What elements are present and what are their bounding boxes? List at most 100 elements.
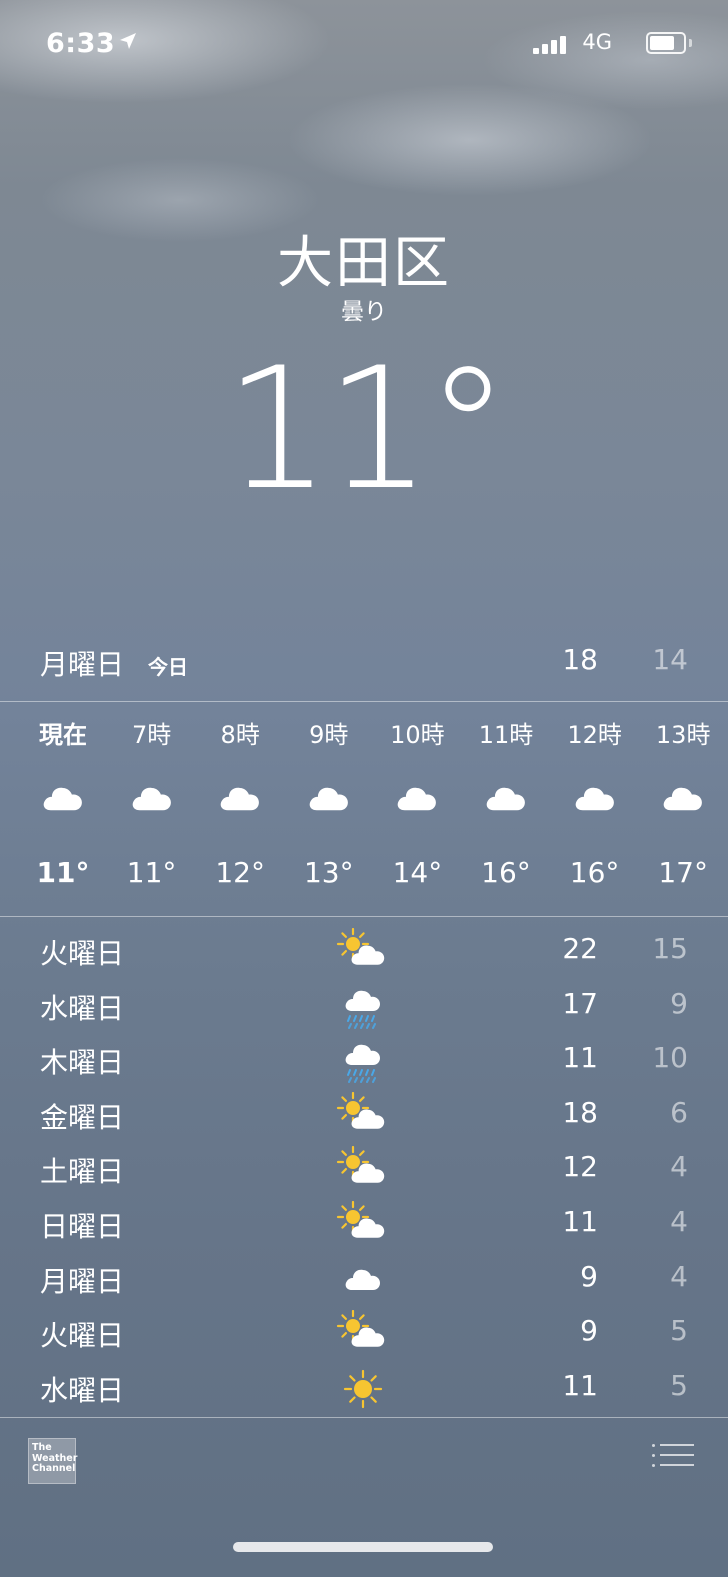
daily-low: 4 [670,1204,688,1238]
daily-day: 金曜日 [40,1100,125,1134]
daily-high: 9 [580,1259,598,1293]
hourly-time: 8時 [220,721,260,749]
daily-low: 9 [670,986,688,1020]
daily-row: 火曜日 22 15 [40,927,688,983]
hourly-item: 7時 11° [107,715,197,893]
status-bar: 6:33 4G [46,28,694,64]
daily-low: 4 [670,1259,688,1293]
rain-icon [345,1044,380,1084]
cloud-icon [663,787,703,811]
hourly-item: 11時 16° [461,715,551,893]
cloud-icon [575,787,614,811]
hourly-time: 7時 [131,721,172,749]
home-indicator[interactable] [233,1542,493,1552]
hourly-time: 9時 [309,721,349,749]
hourly-time: 10時 [390,721,445,749]
daily-day: 月曜日 [40,1264,125,1298]
today-label: 今日 [148,655,188,679]
hourly-temp: 16° [569,856,620,889]
cloud-icon [43,787,82,811]
divider [0,701,728,702]
daily-low: 15 [652,932,688,965]
cloud-icon [309,787,348,811]
daily-day: 土曜日 [40,1155,125,1189]
battery-icon [646,32,686,54]
daily-high: 9 [580,1314,598,1348]
hourly-item: 12時 16° [550,715,640,893]
daily-row: 水曜日 17 9 [40,983,688,1038]
hourly-item: 10時 14° [372,715,462,893]
hourly-time: 現在 [39,721,87,749]
daily-day: 火曜日 [40,937,125,970]
weather-condition: 曇り [341,299,387,325]
hourly-temp: 14° [392,856,443,889]
hourly-item: 現在 11° [18,715,108,893]
weather-channel-logo[interactable]: The Weather Channel [28,1438,77,1484]
divider [0,916,728,917]
today-high: 18 [562,643,598,676]
cloud-icon [486,787,525,811]
daily-day: 水曜日 [40,1373,125,1407]
hourly-temp: 11° [126,856,177,889]
daily-day: 木曜日 [40,1046,125,1080]
hourly-time: 12時 [567,721,622,749]
hourly-item: 13時 17° [638,715,728,893]
hourly-forecast[interactable]: 現在 11° 7時 11° 8時 12° 9時 13° 10時 14° 11時 16° 12時 16° 13… [18,715,728,905]
daily-row: 火曜日 9 5 [40,1310,688,1365]
cellular-signal-icon [533,34,569,54]
hourly-temp: 12° [215,856,265,889]
hourly-temp: 17° [658,856,708,889]
location-arrow-icon [120,33,136,49]
cloud-icon [220,787,260,811]
partly-cloudy-icon [336,1146,385,1184]
daily-high: 17 [562,986,598,1020]
cloud-icon [398,787,437,811]
hourly-temp: 16° [481,856,531,889]
daily-high: 18 [562,1095,598,1129]
daily-day: 火曜日 [40,1319,125,1353]
partly-cloudy-icon [336,1200,385,1238]
daily-high: 11 [562,1204,598,1238]
daily-low: 5 [670,1368,688,1402]
sun-icon [343,1369,383,1408]
hourly-time: 13時 [655,721,711,749]
battery-cap [689,39,692,47]
hourly-temp: 13° [303,856,354,889]
city-name: 大田区 [277,231,451,296]
network-type: 4G [582,30,612,54]
current-temperature: 11° [224,331,510,527]
daily-high: 11 [562,1368,598,1402]
daily-low: 10 [652,1041,688,1075]
hourly-temp: 11° [36,856,90,889]
today-low: 14 [652,643,688,676]
city-list-button[interactable] [652,1444,694,1474]
hourly-item: 8時 12° [195,715,285,893]
daily-row: 水曜日 11 5 [40,1365,688,1420]
rain-icon [345,990,380,1029]
partly-cloudy-icon [336,1091,385,1129]
cloud-icon [132,787,171,811]
daily-row: 木曜日 11 10 [40,1037,688,1092]
daily-high: 11 [562,1041,598,1075]
divider [0,1417,728,1418]
today-day: 月曜日 [40,648,125,681]
daily-row: 金曜日 18 6 [40,1091,688,1147]
partly-cloudy-icon [336,1310,385,1347]
status-time: 6:33 [46,28,116,59]
daily-forecast[interactable]: 火曜日 22 15 水曜日 17 9 木曜日 11 10 金曜日 18 6 土曜日 12 4 日曜日 11 4 月曜… [40,927,688,1420]
hourly-item: 9時 13° [284,715,374,893]
hourly-time: 11時 [478,721,534,749]
daily-high: 12 [562,1150,598,1184]
daily-row: 月曜日 9 4 [40,1256,688,1311]
today-summary: 月曜日 今日 18 14 [40,640,688,684]
partly-cloudy-icon [336,927,385,965]
daily-low: 4 [670,1150,688,1184]
daily-high: 22 [562,932,598,965]
daily-day: 水曜日 [40,991,125,1025]
daily-row: 土曜日 12 4 [40,1146,688,1201]
daily-low: 6 [670,1095,688,1129]
cloud-icon [345,1269,380,1290]
daily-day: 日曜日 [40,1209,125,1243]
daily-low: 5 [670,1314,688,1348]
daily-row: 日曜日 11 4 [40,1200,688,1256]
